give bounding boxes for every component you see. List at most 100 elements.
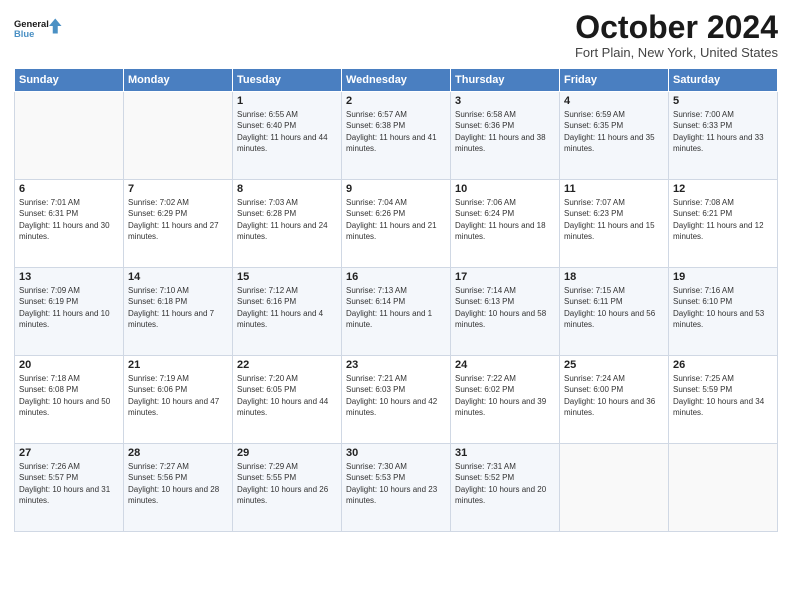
calendar-cell: 29Sunrise: 7:29 AM Sunset: 5:55 PM Dayli… <box>233 444 342 532</box>
calendar-cell: 9Sunrise: 7:04 AM Sunset: 6:26 PM Daylig… <box>342 180 451 268</box>
day-number: 12 <box>673 183 773 195</box>
day-number: 13 <box>19 271 119 283</box>
location: Fort Plain, New York, United States <box>575 45 778 60</box>
cell-content: Sunrise: 7:03 AM Sunset: 6:28 PM Dayligh… <box>237 197 337 242</box>
calendar-cell: 21 Sunrise: 7:19 AM Sunset: 6:06 PM Dayli… <box>124 356 233 444</box>
cell-content: Sunrise: 7:26 AM Sunset: 5:57 PM Dayligh… <box>19 461 119 506</box>
col-friday: Friday <box>560 69 669 92</box>
cell-content: Sunrise: 7:10 AM Sunset: 6:18 PM Dayligh… <box>128 285 228 330</box>
calendar-cell: 10 Sunrise: 7:06 AM Sunset: 6:24 PM Dayli… <box>451 180 560 268</box>
calendar-cell: 3Sunrise: 6:58 AM Sunset: 6:36 PM Daylig… <box>451 92 560 180</box>
cell-content: Sunrise: 7:13 AM Sunset: 6:14 PM Dayligh… <box>346 285 446 330</box>
calendar-week-2: 6 Sunrise: 7:01 AM Sunset: 6:31 PM Daylig… <box>15 180 778 268</box>
day-number: 3 <box>455 95 555 107</box>
calendar-cell: 30 Sunrise: 7:30 AM Sunset: 5:53 PM Dayli… <box>342 444 451 532</box>
calendar-cell <box>669 444 778 532</box>
month-title: October 2024 <box>575 10 778 45</box>
cell-content: Sunrise: 7:16 AM Sunset: 6:10 PM Dayligh… <box>673 285 773 330</box>
calendar-cell: 19 Sunrise: 7:16 AM Sunset: 6:10 PM Dayli… <box>669 268 778 356</box>
calendar-body: 1Sunrise: 6:55 AM Sunset: 6:40 PM Daylig… <box>15 92 778 532</box>
day-number: 16 <box>346 271 446 283</box>
calendar-week-5: 27 Sunrise: 7:26 AM Sunset: 5:57 PM Dayli… <box>15 444 778 532</box>
col-tuesday: Tuesday <box>233 69 342 92</box>
cell-content: Sunrise: 7:24 AM Sunset: 6:00 PM Dayligh… <box>564 373 664 418</box>
day-number: 22 <box>237 359 337 371</box>
day-number: 30 <box>346 447 446 459</box>
calendar-cell: 13 Sunrise: 7:09 AM Sunset: 6:19 PM Dayli… <box>15 268 124 356</box>
calendar-cell: 25 Sunrise: 7:24 AM Sunset: 6:00 PM Dayli… <box>560 356 669 444</box>
calendar-cell: 11 Sunrise: 7:07 AM Sunset: 6:23 PM Dayli… <box>560 180 669 268</box>
calendar-header: Sunday Monday Tuesday Wednesday Thursday… <box>15 69 778 92</box>
calendar-cell: 5Sunrise: 7:00 AM Sunset: 6:33 PM Daylig… <box>669 92 778 180</box>
calendar-cell <box>124 92 233 180</box>
day-number: 4 <box>564 95 664 107</box>
calendar-cell <box>15 92 124 180</box>
calendar-cell: 20 Sunrise: 7:18 AM Sunset: 6:08 PM Dayli… <box>15 356 124 444</box>
cell-content: Sunrise: 7:30 AM Sunset: 5:53 PM Dayligh… <box>346 461 446 506</box>
calendar-cell: 4 Sunrise: 6:59 AM Sunset: 6:35 PM Daylig… <box>560 92 669 180</box>
day-number: 20 <box>19 359 119 371</box>
cell-content: Sunrise: 6:59 AM Sunset: 6:35 PM Dayligh… <box>564 109 664 154</box>
calendar-cell: 27 Sunrise: 7:26 AM Sunset: 5:57 PM Dayli… <box>15 444 124 532</box>
cell-content: Sunrise: 7:29 AM Sunset: 5:55 PM Dayligh… <box>237 461 337 506</box>
cell-content: Sunrise: 7:07 AM Sunset: 6:23 PM Dayligh… <box>564 197 664 242</box>
svg-text:General: General <box>14 19 49 29</box>
header: General Blue October 2024 Fort Plain, Ne… <box>14 10 778 60</box>
day-number: 28 <box>128 447 228 459</box>
cell-content: Sunrise: 7:04 AM Sunset: 6:26 PM Dayligh… <box>346 197 446 242</box>
cell-content: Sunrise: 7:27 AM Sunset: 5:56 PM Dayligh… <box>128 461 228 506</box>
cell-content: Sunrise: 6:55 AM Sunset: 6:40 PM Dayligh… <box>237 109 337 154</box>
col-thursday: Thursday <box>451 69 560 92</box>
cell-content: Sunrise: 7:21 AM Sunset: 6:03 PM Dayligh… <box>346 373 446 418</box>
logo: General Blue <box>14 10 64 50</box>
day-number: 6 <box>19 183 119 195</box>
calendar-week-1: 1Sunrise: 6:55 AM Sunset: 6:40 PM Daylig… <box>15 92 778 180</box>
day-number: 25 <box>564 359 664 371</box>
calendar-cell: 28 Sunrise: 7:27 AM Sunset: 5:56 PM Dayli… <box>124 444 233 532</box>
cell-content: Sunrise: 7:06 AM Sunset: 6:24 PM Dayligh… <box>455 197 555 242</box>
day-number: 5 <box>673 95 773 107</box>
day-number: 15 <box>237 271 337 283</box>
calendar-cell: 6 Sunrise: 7:01 AM Sunset: 6:31 PM Daylig… <box>15 180 124 268</box>
cell-content: Sunrise: 7:20 AM Sunset: 6:05 PM Dayligh… <box>237 373 337 418</box>
cell-content: Sunrise: 7:31 AM Sunset: 5:52 PM Dayligh… <box>455 461 555 506</box>
day-number: 8 <box>237 183 337 195</box>
day-number: 10 <box>455 183 555 195</box>
calendar-cell <box>560 444 669 532</box>
day-number: 26 <box>673 359 773 371</box>
cell-content: Sunrise: 7:01 AM Sunset: 6:31 PM Dayligh… <box>19 197 119 242</box>
cell-content: Sunrise: 7:02 AM Sunset: 6:29 PM Dayligh… <box>128 197 228 242</box>
cell-content: Sunrise: 7:08 AM Sunset: 6:21 PM Dayligh… <box>673 197 773 242</box>
day-number: 2 <box>346 95 446 107</box>
svg-text:Blue: Blue <box>14 29 34 39</box>
cell-content: Sunrise: 7:12 AM Sunset: 6:16 PM Dayligh… <box>237 285 337 330</box>
calendar-cell: 24 Sunrise: 7:22 AM Sunset: 6:02 PM Dayli… <box>451 356 560 444</box>
calendar-cell: 12 Sunrise: 7:08 AM Sunset: 6:21 PM Dayli… <box>669 180 778 268</box>
calendar-week-4: 20 Sunrise: 7:18 AM Sunset: 6:08 PM Dayli… <box>15 356 778 444</box>
day-number: 27 <box>19 447 119 459</box>
day-number: 19 <box>673 271 773 283</box>
calendar-cell: 1Sunrise: 6:55 AM Sunset: 6:40 PM Daylig… <box>233 92 342 180</box>
title-section: October 2024 Fort Plain, New York, Unite… <box>575 10 778 60</box>
calendar-cell: 2Sunrise: 6:57 AM Sunset: 6:38 PM Daylig… <box>342 92 451 180</box>
cell-content: Sunrise: 7:19 AM Sunset: 6:06 PM Dayligh… <box>128 373 228 418</box>
calendar-cell: 14Sunrise: 7:10 AM Sunset: 6:18 PM Dayli… <box>124 268 233 356</box>
calendar-cell: 18Sunrise: 7:15 AM Sunset: 6:11 PM Dayli… <box>560 268 669 356</box>
calendar-week-3: 13 Sunrise: 7:09 AM Sunset: 6:19 PM Dayli… <box>15 268 778 356</box>
calendar-cell: 23Sunrise: 7:21 AM Sunset: 6:03 PM Dayli… <box>342 356 451 444</box>
calendar-table: Sunday Monday Tuesday Wednesday Thursday… <box>14 68 778 532</box>
col-saturday: Saturday <box>669 69 778 92</box>
col-monday: Monday <box>124 69 233 92</box>
cell-content: Sunrise: 7:22 AM Sunset: 6:02 PM Dayligh… <box>455 373 555 418</box>
page: General Blue October 2024 Fort Plain, Ne… <box>0 0 792 612</box>
calendar-cell: 26Sunrise: 7:25 AM Sunset: 5:59 PM Dayli… <box>669 356 778 444</box>
calendar-cell: 7Sunrise: 7:02 AM Sunset: 6:29 PM Daylig… <box>124 180 233 268</box>
cell-content: Sunrise: 7:09 AM Sunset: 6:19 PM Dayligh… <box>19 285 119 330</box>
col-wednesday: Wednesday <box>342 69 451 92</box>
day-number: 21 <box>128 359 228 371</box>
day-number: 11 <box>564 183 664 195</box>
day-number: 24 <box>455 359 555 371</box>
day-number: 31 <box>455 447 555 459</box>
cell-content: Sunrise: 7:18 AM Sunset: 6:08 PM Dayligh… <box>19 373 119 418</box>
cell-content: Sunrise: 7:15 AM Sunset: 6:11 PM Dayligh… <box>564 285 664 330</box>
